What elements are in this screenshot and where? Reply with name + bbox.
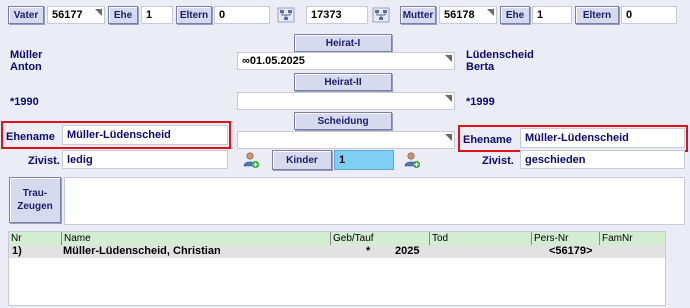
eltern-right-value: 0 [626,9,633,21]
husband-ehename-label: Ehename [6,131,55,143]
heirat-2-button[interactable]: Heirat-II [294,73,392,91]
vater-id-value: 56177 [52,9,83,21]
column-header-name[interactable]: Name [61,232,330,245]
wife-birth: *1999 [466,96,495,108]
trauzeugen-label-line1: Trau- [22,188,48,199]
scheidung-button[interactable]: Scheidung [294,112,392,130]
wife-ehename-label: Ehename [463,134,512,146]
mutter-id-value: 56178 [444,9,475,21]
mutter-id-field[interactable]: 56178 [439,6,497,24]
eltern-left-field[interactable]: 0 [214,6,270,24]
mutter-button[interactable]: Mutter [400,6,436,24]
heirat-1-button[interactable]: Heirat-I [294,34,392,52]
trauzeugen-button[interactable]: Trau- Zeugen [9,177,61,223]
ehe-left-button[interactable]: Ehe [108,6,138,24]
wife-zivist-label: Zivist. [482,155,514,167]
ehe-right-value: 1 [537,9,544,21]
eltern-right-button[interactable]: Eltern [575,6,619,24]
eltern-left-button[interactable]: Eltern [176,6,212,24]
heirat-1-value: ∞01.05.2025 [242,55,305,67]
vater-button[interactable]: Vater [8,6,44,24]
family-number-value: 17373 [311,9,342,21]
scheidung-field[interactable] [237,131,455,149]
husband-zivist-field[interactable]: ledig [62,150,228,169]
wife-given-name: Berta [466,61,495,73]
family-tree-icon[interactable] [276,6,296,24]
column-header-tod[interactable]: Tod [429,232,531,245]
add-person-icon[interactable] [241,151,261,169]
family-tree-icon-right[interactable] [371,6,391,24]
add-person-icon-right[interactable] [402,151,422,169]
eltern-left-value: 0 [219,9,226,21]
children-table: Nr Name Geb/Tauf Tod Pers-Nr FamNr 1) Mü… [8,231,666,306]
husband-birth: *1990 [10,96,39,108]
wife-zivist-value: geschieden [525,153,586,166]
husband-surname: Müller [10,49,43,61]
ehe-right-button[interactable]: Ehe [500,6,530,24]
column-header-pers-nr[interactable]: Pers-Nr [531,232,599,245]
heirat-1-field[interactable]: ∞01.05.2025 [237,52,455,70]
table-row[interactable]: 1) Müller-Lüdenscheid, Christian * 2025 … [9,245,665,258]
column-header-nr[interactable]: Nr [9,232,61,245]
husband-given-name: Anton [10,61,42,73]
column-header-geb-tauf[interactable]: Geb/Tauf [330,232,429,245]
kinder-count-value: 1 [339,154,346,166]
husband-ehename-field[interactable]: Müller-Lüdenscheid [62,125,228,145]
column-header-fam-nr[interactable]: FamNr [599,232,667,245]
eltern-right-field[interactable]: 0 [621,6,677,24]
wife-ehename-value: Müller-Lüdenscheid [525,132,629,144]
kinder-button[interactable]: Kinder [272,150,332,170]
family-number-field[interactable]: 17373 [306,6,368,24]
ehe-right-field[interactable]: 1 [532,6,572,24]
husband-zivist-value: ledig [67,153,93,166]
row-birth-symbol: * [366,245,371,257]
children-table-header: Nr Name Geb/Tauf Tod Pers-Nr FamNr [9,232,665,245]
husband-ehename-value: Müller-Lüdenscheid [67,129,171,141]
kinder-count-field[interactable]: 1 [334,150,394,170]
trauzeugen-label-line2: Zeugen [17,201,53,212]
trauzeugen-field[interactable] [64,177,685,225]
row-pers-nr: <56179> [549,245,593,257]
husband-zivist-label: Zivist. [28,155,60,167]
row-nr: 1) [12,245,22,257]
wife-zivist-field[interactable]: geschieden [520,150,685,169]
row-name: Müller-Lüdenscheid, Christian [63,245,221,257]
ehe-left-field[interactable]: 1 [141,6,173,24]
row-birth-year: 2025 [395,245,420,257]
ehe-left-value: 1 [146,9,153,21]
wife-surname: Lüdenscheid [466,49,534,61]
wife-ehename-field[interactable]: Müller-Lüdenscheid [520,128,685,148]
heirat-2-field[interactable] [237,92,455,110]
vater-id-field[interactable]: 56177 [47,6,105,24]
